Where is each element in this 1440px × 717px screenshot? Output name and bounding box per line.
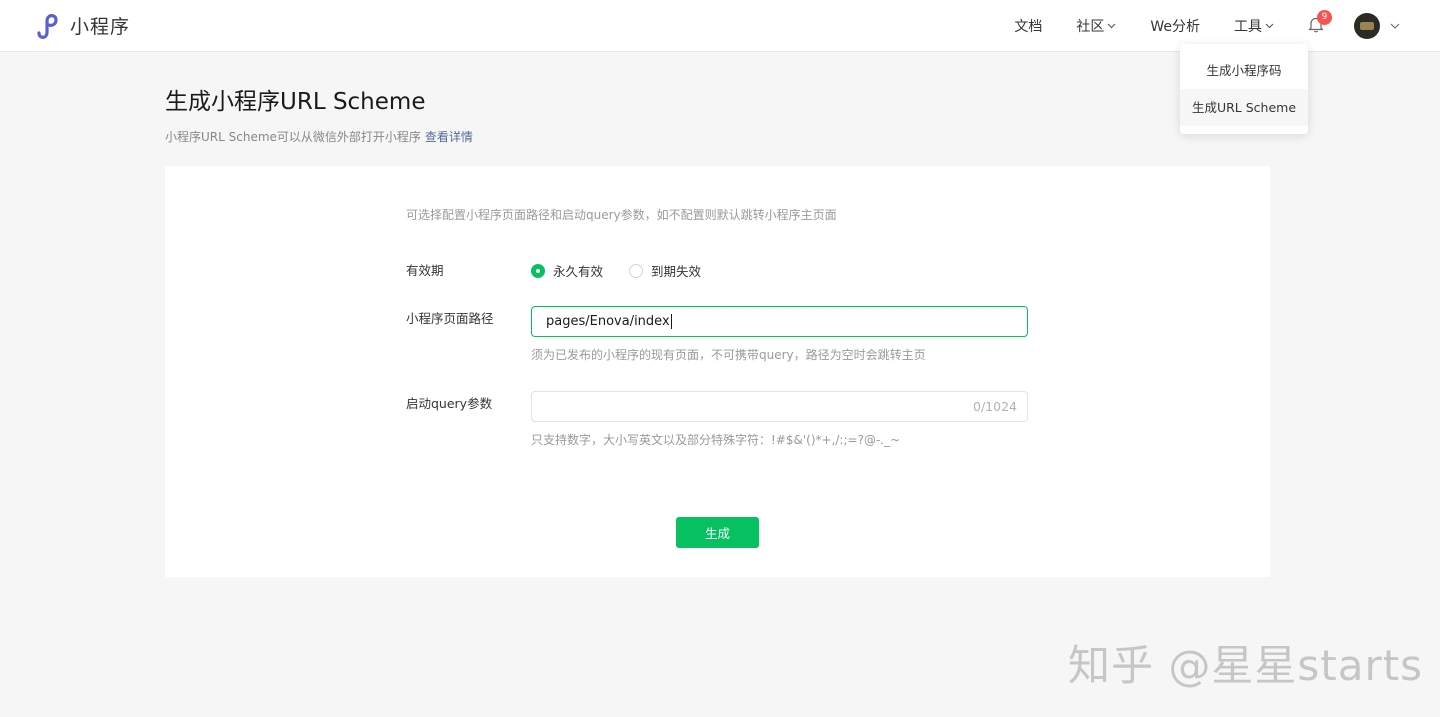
avatar[interactable]	[1354, 13, 1380, 39]
form-card: 可选择配置小程序页面路径和启动query参数，如不配置则默认跳转小程序主页面 有…	[165, 166, 1270, 577]
nav-community-label: 社区	[1076, 19, 1105, 35]
menu-item-generate-qrcode[interactable]: 生成小程序码	[1180, 52, 1308, 89]
user-menu[interactable]	[1354, 13, 1400, 39]
radio-checked-icon	[531, 263, 545, 278]
nav-tools[interactable]: 工具	[1234, 16, 1274, 36]
validity-label: 有效期	[406, 263, 444, 278]
query-label: 启动query参数	[406, 396, 493, 411]
nav-community[interactable]: 社区	[1076, 16, 1116, 36]
radio-permanent[interactable]: 永久有效	[531, 261, 603, 280]
validity-radio-group: 永久有效 到期失效	[531, 261, 727, 280]
generate-button[interactable]: 生成	[676, 517, 759, 548]
text-caret	[670, 314, 672, 329]
tools-dropdown-menu: 生成小程序码 生成URL Scheme	[1180, 44, 1308, 134]
page-path-label: 小程序页面路径	[406, 311, 494, 326]
page-path-input[interactable]: pages/Enova/index	[531, 306, 1028, 337]
radio-unchecked-icon	[629, 263, 644, 278]
query-input[interactable]: 0/1024	[531, 391, 1028, 422]
page-title: 生成小程序URL Scheme	[165, 89, 426, 115]
page-path-hint: 须为已发布的小程序的现有页面，不可携带query，路径为空时会跳转主页	[531, 348, 926, 362]
menu-item-generate-url-scheme[interactable]: 生成URL Scheme	[1180, 89, 1308, 126]
nav-analytics[interactable]: We分析	[1150, 16, 1200, 36]
view-details-link[interactable]: 查看详情	[425, 130, 473, 144]
radio-expire-label: 到期失效	[651, 264, 702, 279]
chevron-down-icon	[1265, 23, 1274, 29]
notification-badge: 9	[1317, 9, 1332, 25]
watermark: 知乎 @星星starts	[1068, 641, 1424, 690]
page-path-value: pages/Enova/index	[546, 314, 670, 329]
mini-program-logo-icon	[37, 13, 58, 39]
query-hint: 只支持数字，大小写英文以及部分特殊字符：!#$&'()*+,/:;=?@-._~	[531, 433, 901, 447]
chevron-down-icon	[1107, 23, 1116, 29]
nav-docs[interactable]: 文档	[1014, 16, 1042, 36]
chevron-down-icon[interactable]	[1390, 23, 1400, 29]
notifications-button[interactable]: 9	[1308, 9, 1332, 37]
query-char-counter: 0/1024	[973, 399, 1017, 414]
page-description-text: 小程序URL Scheme可以从微信外部打开小程序	[165, 130, 421, 144]
avatar-image	[1360, 22, 1374, 30]
page-description: 小程序URL Scheme可以从微信外部打开小程序 查看详情	[165, 128, 473, 145]
app-name: 小程序	[70, 16, 131, 38]
radio-expire[interactable]: 到期失效	[629, 261, 701, 280]
radio-permanent-label: 永久有效	[553, 264, 604, 279]
logo[interactable]: 小程序	[34, 12, 130, 39]
form-tip: 可选择配置小程序页面路径和启动query参数，如不配置则默认跳转小程序主页面	[406, 208, 837, 222]
nav-tools-label: 工具	[1234, 19, 1262, 35]
